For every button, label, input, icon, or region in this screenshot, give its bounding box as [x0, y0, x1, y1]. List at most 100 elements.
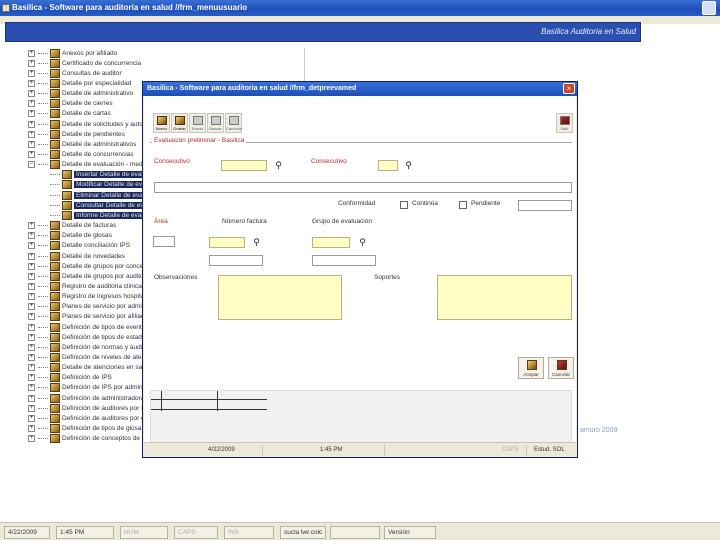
tree-item[interactable]: + Definición de auditores por IPS	[28, 403, 152, 413]
main-close-button[interactable]	[702, 1, 716, 15]
tree-connector	[38, 103, 48, 105]
grupo-lookup-icon[interactable]: ⚲	[356, 237, 369, 248]
pendiente-input[interactable]	[518, 200, 572, 211]
consecutivo-input[interactable]	[221, 160, 267, 171]
consecutivo2-input[interactable]	[378, 160, 398, 171]
continua-checkbox[interactable]	[400, 201, 408, 209]
tree-item[interactable]: + Definición de tipos de glosa	[28, 424, 142, 434]
numero-factura-input[interactable]	[209, 237, 245, 248]
tree-expand-icon[interactable]: +	[28, 69, 35, 77]
dialog-close-button[interactable]: ×	[563, 83, 575, 94]
tree-expand-icon[interactable]: +	[28, 343, 35, 351]
description-input[interactable]	[154, 182, 572, 193]
folder-icon	[50, 312, 60, 322]
soportes-textarea[interactable]	[437, 275, 572, 320]
tree-expand-icon[interactable]: +	[28, 374, 35, 382]
aceptar-button[interactable]: Aceptar	[518, 357, 544, 379]
tree-expand-icon[interactable]: +	[28, 272, 35, 280]
area-input[interactable]	[153, 236, 175, 247]
tree-item[interactable]: + Detalle de glosas	[28, 231, 112, 241]
tree-item[interactable]: − Detalle de evaluación - medico	[28, 160, 151, 170]
tree-expand-icon[interactable]: +	[28, 90, 35, 98]
tree-item[interactable]: + Detalle de grupos por concepto	[28, 261, 152, 271]
tree-expand-icon[interactable]: +	[28, 252, 35, 260]
tree-expand-icon[interactable]: +	[28, 414, 35, 422]
tree-expand-icon[interactable]: +	[28, 404, 35, 412]
tree-item[interactable]: + Registro de ingresos hospitalarios	[28, 292, 160, 302]
tree-expand-icon[interactable]: +	[28, 303, 35, 311]
tree-item[interactable]: + Detalle de facturas	[28, 221, 116, 231]
tree-item[interactable]: + Definición de normas y auditorias	[28, 342, 158, 352]
tree-item[interactable]: + Certificado de concurrencia	[28, 58, 141, 68]
consecutivo-lookup-icon[interactable]: ⚲	[272, 160, 285, 171]
cancelar-button[interactable]: Cancelar	[548, 357, 574, 379]
toolbar-exit-button[interactable]: Salir	[556, 113, 573, 133]
toolbar-delete-button[interactable]: Borrar	[189, 113, 206, 133]
tree-expand-icon[interactable]: +	[28, 140, 35, 148]
tree-item[interactable]: + Definición de tipos de evento	[28, 322, 145, 332]
tree-expand-icon[interactable]: +	[28, 354, 35, 361]
tree-expand-icon[interactable]: +	[28, 435, 35, 443]
tree-item[interactable]: + Registro de auditoria clinica	[28, 281, 142, 291]
tree-item[interactable]: + Detalle de administrativo	[28, 89, 133, 99]
grupo-evaluacion-extra-input[interactable]	[312, 255, 376, 266]
tree-expand-icon[interactable]: +	[28, 282, 35, 290]
tree-expand-icon[interactable]: +	[28, 333, 35, 341]
tree-item[interactable]: + Detalle de administrativos	[28, 139, 136, 149]
tree-expand-icon[interactable]: +	[28, 313, 35, 321]
numero-factura-extra-input[interactable]	[209, 255, 263, 266]
tree-item[interactable]: + Detalle de pendientes	[28, 129, 125, 139]
consecutivo2-lookup-icon[interactable]: ⚲	[402, 160, 415, 171]
grupo-evaluacion-input[interactable]	[312, 237, 350, 248]
tree-expand-icon[interactable]: +	[28, 79, 35, 87]
tree-item[interactable]: + Consultas de auditor	[28, 68, 122, 78]
tree-item[interactable]: + Detalle de novedades	[28, 251, 125, 261]
tree-expand-icon[interactable]: +	[28, 130, 35, 138]
tree-item[interactable]: + Definición de niveles de atención	[28, 353, 157, 363]
tree-item[interactable]: + Detalle de grupos por auditor	[28, 271, 146, 281]
tree-expand-icon[interactable]: +	[28, 49, 35, 57]
factura-lookup-icon[interactable]: ⚲	[250, 237, 263, 248]
toolbar-search-button[interactable]: Buscar	[207, 113, 224, 133]
tree-expand-icon[interactable]: +	[28, 394, 35, 402]
tree-expand-icon[interactable]: +	[28, 232, 35, 240]
tree-item[interactable]: + Definición de conceptos de glosa	[28, 434, 157, 444]
tree-expand-icon[interactable]: +	[28, 425, 35, 433]
tree-expand-icon[interactable]: +	[28, 323, 35, 331]
area-label: Área	[154, 218, 168, 225]
tree-item[interactable]: + Definición de auditores por grupo	[28, 413, 158, 423]
tree-expand-icon[interactable]: +	[28, 151, 35, 158]
tree-item[interactable]: + Detalle conciliación IPS	[28, 241, 130, 251]
tree-expand-icon[interactable]: +	[28, 364, 35, 372]
tree-expand-icon[interactable]: +	[28, 384, 35, 392]
observaciones-textarea[interactable]	[218, 275, 342, 320]
tree-item[interactable]: + Planes de servicio por afiliado	[28, 312, 148, 322]
tree-item[interactable]: + Detalle de atenciones en salud	[28, 363, 151, 373]
tree-item[interactable]: + Definición de administradoras	[28, 393, 148, 403]
tree-expand-icon[interactable]: +	[28, 120, 35, 128]
tree-expand-icon[interactable]: +	[28, 222, 35, 230]
tree-expand-icon[interactable]: +	[28, 100, 35, 108]
tree-expand-icon[interactable]: +	[28, 59, 35, 67]
tree-expand-icon[interactable]: +	[28, 293, 35, 301]
tree-item[interactable]: + Detalle por especialidad	[28, 78, 131, 88]
pendiente-checkbox[interactable]	[459, 201, 467, 209]
tree-item[interactable]: + Definición de IPS	[28, 373, 112, 383]
tree-connector	[38, 154, 48, 155]
folder-icon	[50, 302, 60, 312]
grid-line	[161, 391, 162, 411]
toolbar-new-button[interactable]: Nuevo	[153, 113, 170, 133]
tree-expand-icon[interactable]: +	[28, 262, 35, 270]
tree-expand-icon[interactable]: +	[28, 242, 35, 250]
tree-item[interactable]: + Detalle de concurrencias	[28, 150, 134, 160]
aceptar-label: Aceptar	[523, 372, 539, 377]
toolbar-save-button[interactable]: Grabar	[171, 113, 188, 133]
tree-expand-icon[interactable]: −	[28, 161, 35, 169]
tree-item[interactable]: + Detalle de cartas	[28, 109, 111, 119]
tree-item[interactable]: + Detalle de cierres	[28, 99, 113, 109]
tree-expand-icon[interactable]: +	[28, 110, 35, 118]
tree-item[interactable]: + Anexos por afiliado	[28, 48, 117, 58]
tree-item[interactable]: + Definición de tipos de estado	[28, 332, 145, 342]
folder-icon	[50, 109, 60, 119]
toolbar-cancel-button[interactable]: Cancelar	[225, 113, 242, 133]
